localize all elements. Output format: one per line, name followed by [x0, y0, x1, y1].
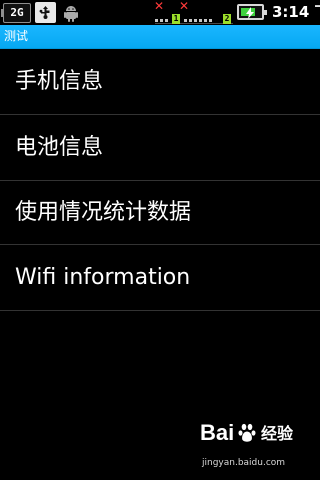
- signal-bar: [194, 19, 197, 22]
- network-type-badge: 2G: [1, 2, 31, 23]
- menu-item-label: 电池信息: [15, 134, 104, 160]
- baidu-jingyan-logo: Bai 经验: [200, 420, 294, 445]
- settings-menu-list: 手机信息 电池信息 使用情况统计数据 Wifi information: [0, 49, 320, 311]
- signal-off-icon: ✕: [154, 0, 165, 13]
- signal-digit-2: 2: [223, 14, 231, 24]
- signal-off-icon: ✕: [179, 0, 190, 13]
- signal-bar: [165, 19, 168, 22]
- signal-bar: [199, 19, 202, 22]
- menu-item-label: 使用情况统计数据: [15, 199, 192, 225]
- signal-digit-1: 1: [172, 14, 180, 24]
- page-title: 测试: [4, 29, 29, 43]
- signal-bars: 1 2: [155, 13, 233, 24]
- signal-indicators: ✕ ✕ 1 2: [150, 0, 236, 24]
- usb-icon: [35, 2, 56, 23]
- baidu-jingyan-watermark: Bai 经验 jingyan.baidu.com: [200, 418, 310, 472]
- signal-bar: [184, 19, 187, 22]
- signal-bar: [189, 19, 192, 22]
- svg-text:Bai: Bai: [200, 420, 234, 445]
- menu-item-usage-statistics[interactable]: 使用情况统计数据: [0, 181, 320, 245]
- watermark-url: jingyan.baidu.com: [202, 458, 286, 468]
- menu-item-wifi-information[interactable]: Wifi information: [0, 245, 320, 311]
- status-left-icons: 2G: [1, 2, 81, 23]
- battery-charging-icon: [237, 4, 267, 20]
- status-time: 3:14 下午: [272, 3, 320, 21]
- svg-text:经验: 经验: [261, 424, 294, 443]
- menu-item-label: Wifi information: [15, 264, 191, 290]
- android-icon: [60, 2, 81, 23]
- menu-item-label: 手机信息: [15, 68, 104, 94]
- app-title-bar: 测试: [0, 25, 320, 49]
- signal-bar: [204, 19, 207, 22]
- menu-item-phone-info[interactable]: 手机信息: [0, 49, 320, 115]
- signal-bar: [155, 19, 158, 22]
- menu-item-battery-info[interactable]: 电池信息: [0, 115, 320, 181]
- status-bar: 2G ✕ ✕ 1 2 3:14: [0, 0, 320, 25]
- signal-bar: [160, 19, 163, 22]
- signal-bar: [209, 19, 212, 22]
- android-screen: 2G ✕ ✕ 1 2 3:14 测试 手机信息 电池信息 使用情况统计数据 Wi…: [0, 0, 320, 480]
